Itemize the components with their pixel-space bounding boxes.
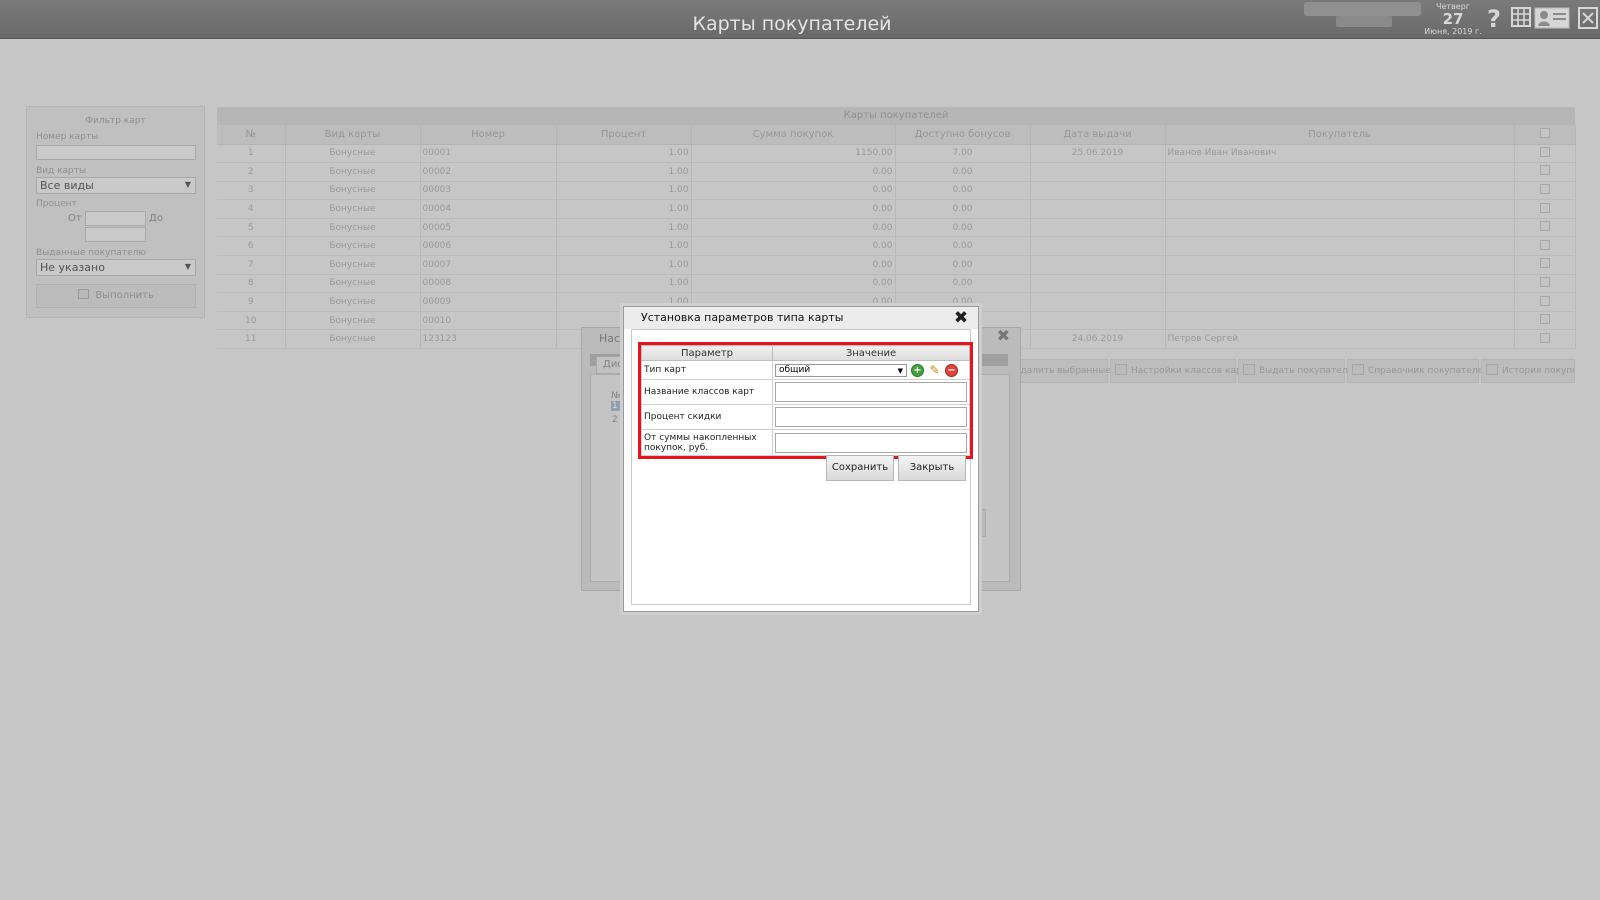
param-label-card-type: Тип карт	[641, 360, 773, 380]
dialog-title: Установка параметров типа карты	[641, 311, 844, 324]
param-row-class-name: Название классов карт	[641, 379, 970, 405]
col-header-param: Параметр	[641, 345, 773, 361]
date-day: 27	[1442, 10, 1464, 28]
pencil-icon[interactable]: ✎	[928, 364, 941, 377]
question-icon[interactable]: ?	[1487, 6, 1501, 32]
close-icon[interactable]: ✖	[952, 308, 970, 328]
col-header-value: Значение	[772, 345, 970, 361]
params-table-highlight: Параметр Значение Тип карт общий ▼ + ✎ − Н…	[638, 342, 973, 459]
card-type-params-dialog: Установка параметров типа карты ✖ Параме…	[623, 306, 979, 612]
param-row-discount: Процент скидки	[641, 404, 970, 430]
discount-percent-input[interactable]	[775, 407, 967, 427]
param-label-threshold: От суммы накопленных покупок, руб.	[641, 429, 773, 456]
dialog-body: Параметр Значение Тип карт общий ▼ + ✎ − Н…	[631, 329, 973, 605]
date-widget: Четверг 27 Июня, 2019 г.	[1418, 3, 1488, 36]
exit-icon[interactable]	[1578, 6, 1598, 32]
card-type-dropdown-value: общий	[779, 364, 811, 375]
param-value-cell: общий ▼ + ✎ −	[772, 360, 970, 380]
class-name-input[interactable]	[775, 382, 967, 402]
dialog-header: Установка параметров типа карты ✖	[624, 307, 978, 329]
param-label-discount: Процент скидки	[641, 404, 773, 430]
save-button[interactable]: Сохранить	[826, 455, 894, 481]
grid-icon[interactable]	[1511, 6, 1531, 32]
param-row-card-type: Тип карт общий ▼ + ✎ −	[641, 360, 970, 380]
top-bar: Карты покупателей Четверг 27 Июня, 2019 …	[0, 0, 1600, 39]
purchase-threshold-input[interactable]	[775, 432, 967, 453]
chevron-down-icon: ▼	[897, 366, 903, 375]
date-month: Июня, 2019 г.	[1424, 27, 1482, 36]
delete-icon[interactable]: −	[945, 363, 958, 377]
profile-card-icon[interactable]	[1534, 6, 1570, 32]
card-type-dropdown[interactable]: общий ▼	[775, 363, 907, 377]
param-row-threshold: От суммы накопленных покупок, руб.	[641, 429, 970, 456]
user-role-badge	[1336, 16, 1392, 27]
user-name-badge[interactable]	[1304, 2, 1421, 16]
params-table: Параметр Значение Тип карт общий ▼ + ✎ − Н…	[641, 345, 970, 456]
params-header-row: Параметр Значение	[641, 345, 970, 361]
param-label-class-name: Название классов карт	[641, 379, 773, 405]
close-button[interactable]: Закрыть	[898, 455, 966, 481]
add-icon[interactable]: +	[911, 363, 924, 377]
